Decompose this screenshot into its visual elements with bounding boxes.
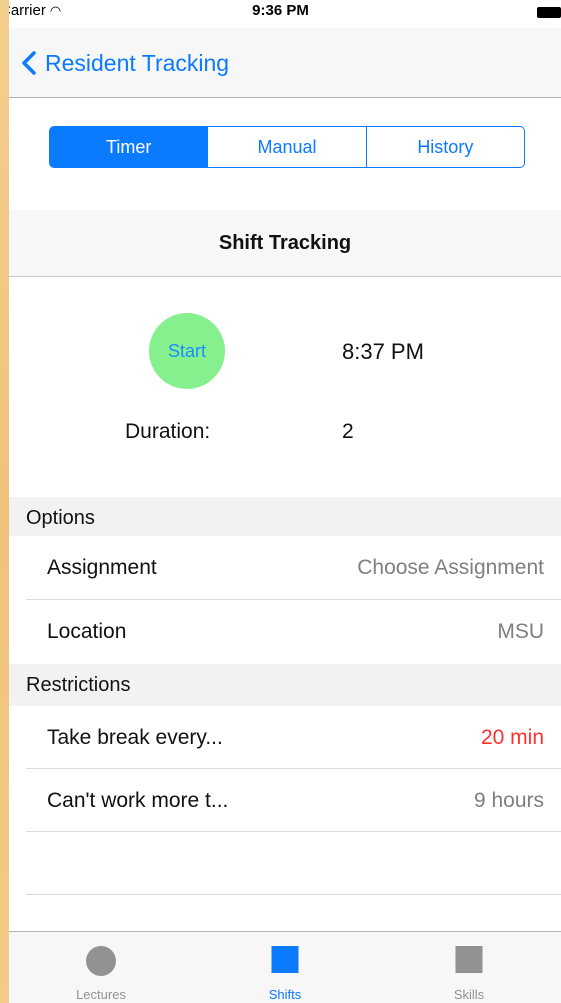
assignment-label: Assignment <box>47 555 157 579</box>
max-hours-value: 9 hours <box>473 788 544 812</box>
location-row[interactable]: Location MSU <box>9 600 561 663</box>
status-time: 9:36 PM <box>252 2 309 19</box>
break-interval-value: 20 min <box>480 725 544 749</box>
assignment-row[interactable]: Assignment Choose Assignment <box>9 536 561 599</box>
tab-lectures[interactable]: Lectures <box>9 932 193 1003</box>
tab-shifts[interactable]: Shifts <box>193 932 377 1003</box>
segmented-control: Timer Manual History <box>49 126 525 168</box>
max-hours-label: Can't work more t... <box>47 788 229 812</box>
square-icon <box>271 946 299 973</box>
start-time: 8:37 PM <box>342 339 424 364</box>
tab-shifts-label: Shifts <box>268 987 302 1002</box>
location-label: Location <box>47 619 127 643</box>
square-icon <box>455 946 483 973</box>
options-header: Options <box>9 497 561 539</box>
tab-skills[interactable]: Skills <box>377 932 561 1003</box>
segment-manual[interactable]: Manual <box>208 127 367 167</box>
row-divider <box>26 894 561 895</box>
battery-icon <box>537 7 561 18</box>
chevron-left-icon <box>22 51 36 75</box>
back-button[interactable]: Resident Tracking <box>15 48 229 78</box>
location-value: MSU <box>497 619 544 643</box>
status-bar: Carrier◠ 9:36 PM <box>9 0 561 28</box>
section-title: Shift Tracking <box>9 210 561 277</box>
phone-screen: Carrier◠ 9:36 PM Resident Tracking Timer… <box>9 0 561 1003</box>
duration-value: 2 <box>342 420 354 443</box>
back-button-label: Resident Tracking <box>45 49 230 76</box>
tab-skills-label: Skills <box>453 987 485 1002</box>
assignment-value: Choose Assignment <box>357 555 544 579</box>
start-button[interactable]: Start <box>149 313 225 389</box>
segment-timer[interactable]: Timer <box>50 127 209 167</box>
max-hours-row[interactable]: Can't work more t... 9 hours <box>9 769 561 832</box>
break-interval-label: Take break every... <box>47 725 223 749</box>
row-divider <box>26 831 561 832</box>
tab-bar: Lectures Shifts Skills <box>9 931 561 1003</box>
navigation-bar: Resident Tracking <box>9 28 561 98</box>
break-interval-row[interactable]: Take break every... 20 min <box>9 706 561 769</box>
restrictions-header: Restrictions <box>9 664 561 706</box>
duration-label: Duration: <box>125 420 211 443</box>
circle-icon <box>86 946 116 976</box>
tab-lectures-label: Lectures <box>76 987 126 1002</box>
segment-history[interactable]: History <box>367 127 524 167</box>
